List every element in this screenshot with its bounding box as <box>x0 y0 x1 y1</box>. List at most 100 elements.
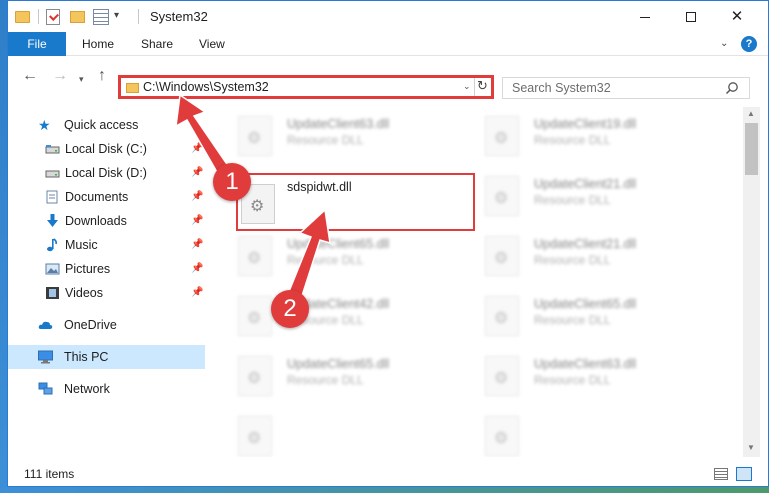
file-item[interactable]: UpdateClient63.dll Resource DLL <box>457 347 687 403</box>
tab-file[interactable]: File <box>8 32 66 56</box>
dll-file-icon <box>238 356 272 396</box>
file-type: Resource DLL <box>287 253 364 267</box>
pin-icon[interactable]: 📌 <box>191 167 203 178</box>
search-icon[interactable] <box>725 81 739 95</box>
new-folder-icon[interactable] <box>70 11 85 23</box>
address-bar[interactable]: C:\Windows\System32 ⌄ ↻ <box>118 75 494 99</box>
back-arrow-icon[interactable]: ← <box>22 68 38 84</box>
sidebar-item-label: Network <box>64 382 110 396</box>
file-name: UpdateClient65.dll <box>534 297 637 311</box>
file-type: Resource DLL <box>534 253 611 267</box>
tab-view[interactable]: View <box>199 32 225 56</box>
file-type: Resource DLL <box>534 133 611 147</box>
sidebar-item-pictures[interactable]: Pictures 📌 <box>8 257 205 281</box>
file-name: UpdateClient19.dll <box>534 117 637 131</box>
maximize-icon <box>686 12 696 23</box>
details-view-icon[interactable] <box>714 468 728 480</box>
minimize-button[interactable] <box>622 1 668 32</box>
sidebar-item-this-pc[interactable]: This PC <box>8 345 205 369</box>
file-list: UpdateClient63.dll Resource DLL UpdateCl… <box>210 107 745 457</box>
pin-icon[interactable]: 📌 <box>191 263 203 274</box>
star-icon: ★ <box>38 117 51 133</box>
file-type: Resource DLL <box>534 193 611 207</box>
file-name: UpdateClient63.dll <box>534 357 637 371</box>
recent-locations-chevron-icon[interactable]: ▾ <box>79 71 84 87</box>
up-arrow-icon[interactable]: ↑ <box>98 68 106 84</box>
sidebar-item-label: Documents <box>65 190 129 204</box>
drive-icon <box>45 145 60 154</box>
sidebar-item-label: Downloads <box>65 214 127 228</box>
sidebar-item-videos[interactable]: Videos 📌 <box>8 281 205 305</box>
window-title: System32 <box>150 9 208 24</box>
scroll-down-arrow-icon[interactable]: ▼ <box>747 443 755 452</box>
folder-icon <box>15 11 30 23</box>
sidebar-item-music[interactable]: Music 📌 <box>8 233 205 257</box>
file-item[interactable]: UpdateClient63.dll Resource DLL <box>210 107 440 163</box>
close-button[interactable]: ✕ <box>714 1 760 32</box>
file-name: UpdateClient21.dll <box>534 237 637 251</box>
file-type: Resource DLL <box>534 313 611 327</box>
sidebar-item-label: This PC <box>64 350 109 364</box>
file-item-sdspidwt[interactable]: sdspidwt.dll <box>236 173 475 231</box>
sidebar-item-network[interactable]: Network <box>8 377 205 401</box>
file-item[interactable]: UpdateClient65.dll Resource DLL <box>210 227 440 283</box>
download-icon <box>47 214 58 227</box>
vertical-scrollbar[interactable]: ▲ ▼ <box>743 107 760 457</box>
step-1-badge: 1 <box>213 163 251 201</box>
sidebar-item-downloads[interactable]: Downloads 📌 <box>8 209 205 233</box>
file-type: Resource DLL <box>287 133 364 147</box>
help-icon[interactable]: ? <box>741 36 757 52</box>
sidebar-item-label: Quick access <box>64 118 139 132</box>
minimize-icon <box>640 16 650 18</box>
forward-arrow-icon[interactable]: → <box>52 68 68 84</box>
file-name: UpdateClient21.dll <box>534 177 637 191</box>
file-item[interactable] <box>210 407 440 457</box>
file-item[interactable]: UpdateClient65.dll Resource DLL <box>457 287 687 343</box>
refresh-icon[interactable]: ↻ <box>477 78 491 94</box>
sidebar-item-label: Videos <box>65 286 103 300</box>
expand-ribbon-chevron-icon[interactable]: ⌄ <box>720 38 728 49</box>
pin-icon[interactable]: 📌 <box>191 239 203 250</box>
maximize-button[interactable] <box>668 1 714 32</box>
sidebar-item-local-disk-c[interactable]: Local Disk (C:) 📌 <box>8 137 205 161</box>
folder-icon <box>126 83 139 93</box>
sidebar-item-quick-access[interactable]: ★ Quick access <box>8 113 205 137</box>
music-icon <box>47 238 58 252</box>
file-item[interactable]: UpdateClient42.dll Resource DLL <box>210 287 440 343</box>
documents-icon <box>46 190 58 204</box>
file-item[interactable]: UpdateClient21.dll Resource DLL <box>457 227 687 283</box>
sidebar-item-label: Music <box>65 238 98 252</box>
file-name: UpdateClient65.dll <box>287 357 390 371</box>
dll-file-icon <box>238 236 272 276</box>
item-count: 111 items <box>24 467 75 481</box>
properties-check-icon[interactable] <box>46 9 60 25</box>
properties-icon[interactable] <box>93 9 109 25</box>
sidebar-item-documents[interactable]: Documents 📌 <box>8 185 205 209</box>
ribbon-tabs: File Home Share View ⌄ ? <box>8 32 768 56</box>
dll-file-icon <box>485 296 519 336</box>
status-bar: 111 items <box>8 461 768 486</box>
large-icons-view-icon[interactable] <box>736 467 752 481</box>
sidebar-item-local-disk-d[interactable]: Local Disk (D:) 📌 <box>8 161 205 185</box>
sidebar-item-onedrive[interactable]: OneDrive <box>8 313 205 337</box>
file-item[interactable] <box>457 407 687 457</box>
pin-icon[interactable]: 📌 <box>191 287 203 298</box>
pin-icon[interactable]: 📌 <box>191 191 203 202</box>
tab-share[interactable]: Share <box>141 32 173 56</box>
pin-icon[interactable]: 📌 <box>191 215 203 226</box>
search-input[interactable]: Search System32 <box>502 77 750 99</box>
address-path[interactable]: C:\Windows\System32 <box>143 80 269 94</box>
address-history-chevron-icon[interactable]: ⌄ <box>463 81 471 92</box>
customize-toolbar-chevron-icon[interactable]: ▾ <box>114 10 119 27</box>
videos-icon <box>46 287 59 299</box>
pictures-icon <box>45 263 60 275</box>
navigation-bar: ← → ▾ ↑ C:\Windows\System32 ⌄ ↻ Search S… <box>8 56 768 99</box>
scroll-thumb[interactable] <box>745 123 758 175</box>
pin-icon[interactable]: 📌 <box>191 143 203 154</box>
file-item[interactable]: UpdateClient19.dll Resource DLL <box>457 107 687 163</box>
file-item[interactable]: UpdateClient21.dll Resource DLL <box>457 167 687 223</box>
tab-home[interactable]: Home <box>82 32 114 56</box>
scroll-up-arrow-icon[interactable]: ▲ <box>747 109 755 118</box>
dll-file-icon <box>485 116 519 156</box>
file-item[interactable]: UpdateClient65.dll Resource DLL <box>210 347 440 403</box>
